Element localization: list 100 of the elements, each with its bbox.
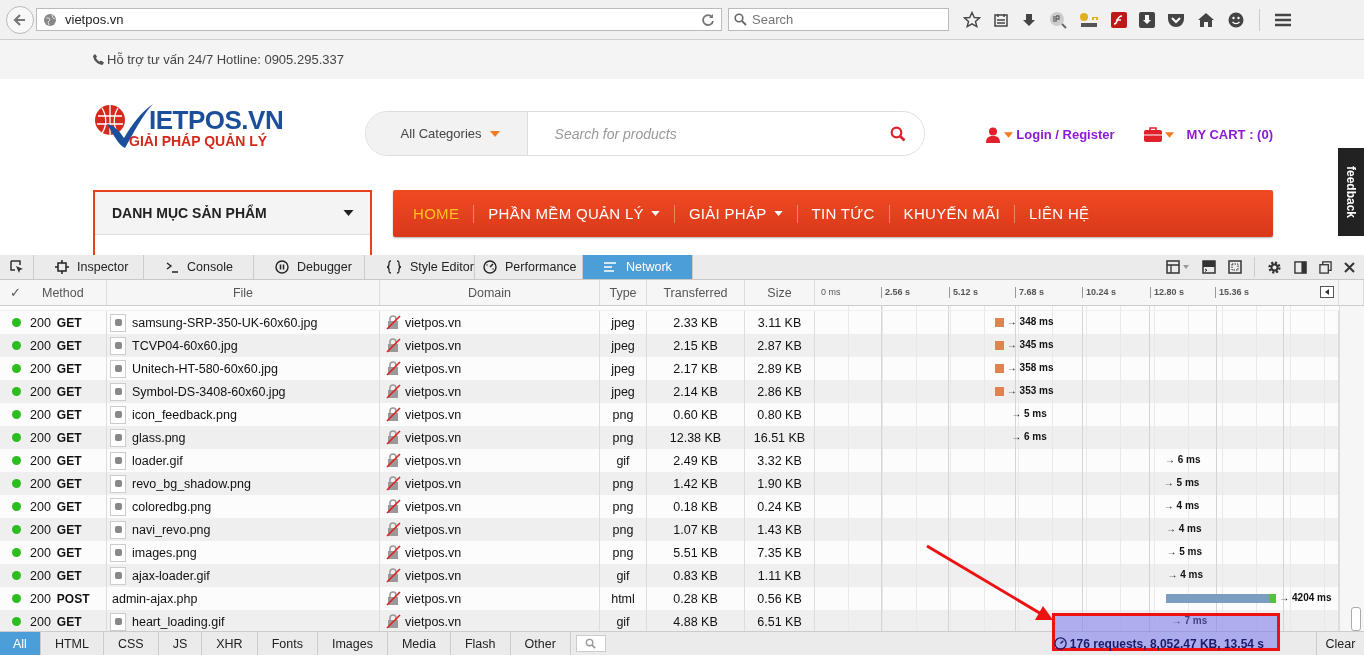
domain-name: vietpos.vn [405,568,462,583]
scrollbar[interactable] [1339,306,1364,633]
ip-icon[interactable] [1049,10,1067,29]
timing-label: → 4204 ms [1279,592,1332,603]
split-console-icon[interactable] [1202,260,1216,274]
timing-label: → 5 ms [1163,477,1200,488]
column-header[interactable]: File [107,280,380,305]
domain-name: vietpos.vn [405,453,462,468]
gauge-icon [1053,637,1067,650]
filter-button[interactable]: Media [387,632,451,655]
devtools-tab[interactable]: Style Editor [365,255,475,279]
frame-icon[interactable] [1228,260,1242,274]
pocket-icon[interactable] [1167,11,1185,28]
status-code: 200 [30,407,51,422]
file-name: Unitech-HT-580-60x60.jpg [131,361,278,376]
timing-label: → 4 ms [1165,523,1202,534]
product-search-field[interactable]: All Categories Search for products [364,111,926,156]
filter-button[interactable]: XHR [202,632,258,655]
timeline-tick: 12.80 s [1150,287,1185,298]
filter-button[interactable]: Other [510,632,571,655]
domain-name: vietpos.vn [405,384,462,399]
star-icon[interactable] [963,10,981,29]
nav-item[interactable]: LIÊN HỆ [1018,205,1100,222]
table-cell: 1.43 KB [745,518,815,541]
request-method: GET [56,384,83,399]
site-logo[interactable]: IETPOS.VN GIẢI PHÁP QUẢN LÝ [93,99,293,158]
filter-button[interactable]: Fonts [257,632,318,655]
clear-button[interactable]: Clear [1316,632,1364,655]
timing-label: → 7 ms [1171,615,1208,626]
devtools-tab[interactable]: Debugger [254,255,365,279]
insecure-lock-icon [386,545,401,560]
file-name: revo_bg_shadow.png [131,476,251,491]
search-field[interactable]: Search [728,8,949,31]
request-method: GET [56,430,83,445]
briefcase-icon[interactable] [1143,127,1162,142]
key-icon[interactable] [1079,11,1099,28]
filter-search-button[interactable] [575,635,606,652]
devtools-tab[interactable]: Console [144,255,254,279]
nav-item[interactable]: GIẢI PHÁP [678,205,793,222]
status-dot [12,364,21,373]
download-icon[interactable] [1021,11,1037,28]
filter-button[interactable]: Images [317,632,388,655]
filter-button[interactable]: JS [158,632,203,655]
download-box-icon[interactable] [1139,11,1155,28]
timeline-tick: 0 ms [820,287,841,298]
login-link[interactable]: Login / Register [1016,127,1115,142]
table-cell: 2.87 KB [745,334,815,357]
devtools-tab[interactable]: Inspector [34,255,144,279]
search-icon[interactable] [890,126,907,142]
menu-icon[interactable] [1274,11,1292,28]
column-header[interactable]: Type [600,280,647,305]
collapse-waterfall-icon[interactable] [1320,286,1334,298]
timeline-tick: 10.24 s [1082,287,1117,298]
category-menu-header[interactable]: DANH MỤC SẢN PHẨM [95,192,370,235]
home-icon[interactable] [1197,11,1215,28]
user-icon[interactable] [985,126,1002,143]
address-bar[interactable]: vietpos.vn [36,8,722,31]
settings-icon[interactable] [1267,259,1282,275]
insecure-lock-icon [386,315,401,330]
nav-item[interactable]: PHẦN MỀM QUẢN LÝ [478,205,670,222]
gauge-icon [483,260,497,274]
insecure-lock-icon [386,361,401,376]
insecure-lock-icon [386,614,401,629]
timing-label: → 345 ms [1006,339,1054,350]
column-header[interactable]: Size [745,280,815,305]
insecure-lock-icon [386,568,401,583]
request-method: GET [56,315,83,330]
timing-label: → 353 ms [1006,385,1054,396]
status-dot [12,525,21,534]
cart-link[interactable]: MY CART : (0) [1186,127,1273,142]
feedback-tab[interactable]: feedback [1338,148,1364,236]
request-method: GET [56,338,83,353]
column-header[interactable]: Transferred [647,280,745,305]
status-dot [12,387,21,396]
filter-button[interactable]: CSS [103,632,159,655]
status-column-header[interactable]: ✓ [10,285,21,300]
back-button[interactable] [6,5,34,34]
column-header[interactable]: Domain [380,280,600,305]
request-method: GET [56,361,83,376]
column-header[interactable]: Method [42,285,84,300]
dock-side-icon[interactable] [1294,260,1307,274]
close-icon[interactable] [1344,261,1355,273]
category-select[interactable]: All Categories [365,112,528,155]
file-name: ajax-loader.gif [131,568,210,583]
filter-button[interactable]: HTML [40,632,104,655]
status-dot [12,479,21,488]
reading-list-icon[interactable] [993,11,1009,28]
summary-text: 176 requests, 8,052.47 KB, 13.54 s [1069,635,1264,653]
table-cell: 12.38 KB [647,426,745,449]
reload-icon[interactable] [701,12,715,27]
nav-item[interactable]: KHUYẾN MÃI [893,205,1010,222]
layout-dropdown-icon[interactable] [1166,260,1190,274]
popout-icon[interactable] [1319,260,1332,274]
flash-icon[interactable] [1111,11,1127,28]
smiley-icon[interactable] [1227,10,1245,29]
status-code: 200 [30,545,51,560]
file-name: Symbol-DS-3408-60x60.jpg [131,384,286,399]
filter-button[interactable]: Flash [450,632,511,655]
nav-item[interactable]: TIN TỨC [801,205,885,222]
timeline-tick: 15.36 s [1215,287,1250,298]
